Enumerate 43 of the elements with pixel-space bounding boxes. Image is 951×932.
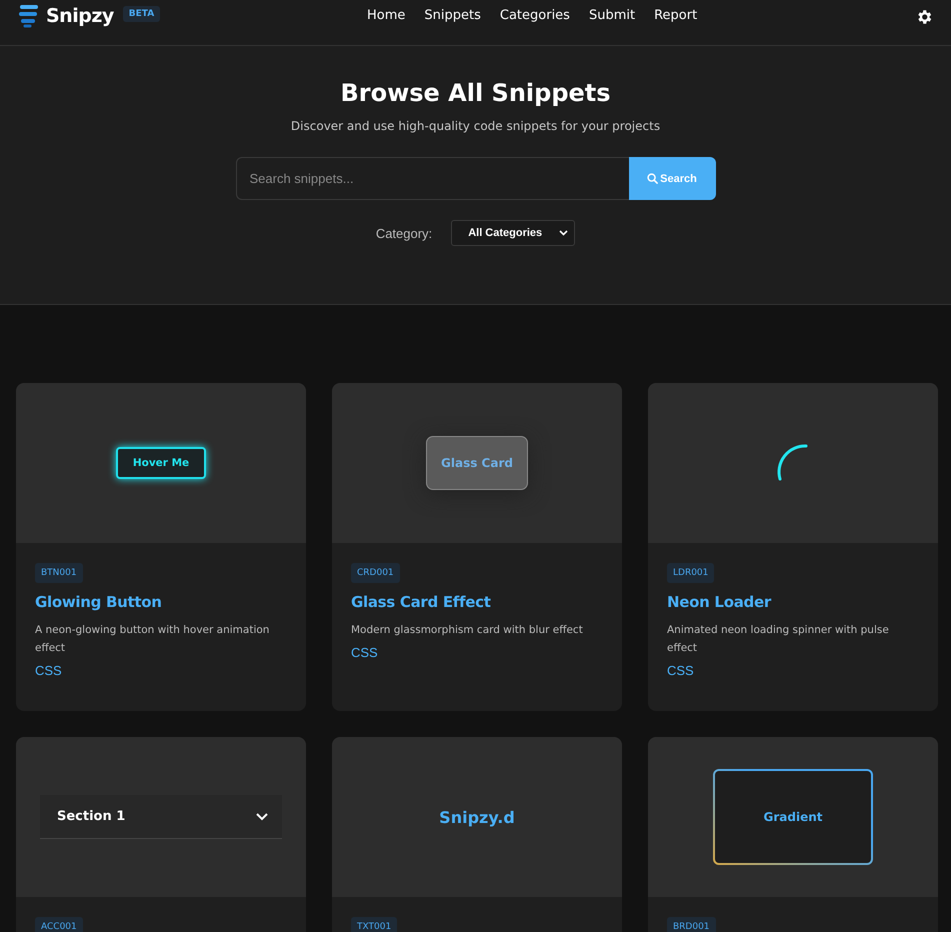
- glass-card: Glass Card: [426, 436, 528, 490]
- spinner-icon: [776, 443, 810, 483]
- nav-link[interactable]: Report: [654, 8, 698, 23]
- nav-link[interactable]: Snippets: [424, 8, 481, 23]
- category-select[interactable]: All Categories: [451, 220, 576, 246]
- nav-link[interactable]: Home: [367, 8, 406, 23]
- snippet-description: A neon-glowing button with hover animation effect: [35, 623, 270, 656]
- language-label: CSS: [351, 645, 378, 660]
- preview-text: Snipzy.d: [439, 808, 515, 826]
- snippet-description: Animated neon loading spinner with pulse effect: [667, 623, 890, 656]
- snippet-description: Modern glassmorphism card with blur effect: [351, 623, 583, 638]
- snippet-code: LDR001: [667, 563, 714, 583]
- logo-icon: [18, 4, 40, 28]
- snippet-code: ACC001: [35, 917, 83, 932]
- snippet-card[interactable]: LDR001 Neon Loader Animated neon loading spinner with pulse effect CSS: [648, 383, 938, 711]
- snippet-title[interactable]: Glass Card Effect: [351, 593, 491, 611]
- snippet-card[interactable]: Glass Card CRD001 Glass Card Effect Modern glassmorphism card with blur effect CSS: [332, 383, 622, 711]
- snippet-card[interactable]: Hover Me BTN001 Glowing Button A neon-glowing button with hover animation effect CSS: [16, 383, 306, 711]
- page-subtitle: Discover and use high-quality code snippets for your projects: [290, 119, 660, 133]
- beta-badge: BETA: [122, 6, 160, 22]
- snippet-code: TXT001: [351, 917, 398, 932]
- chevron-down-icon: [559, 230, 568, 236]
- snippet-title[interactable]: Glowing Button: [35, 593, 162, 611]
- gradient-border-box: Gradient: [713, 769, 873, 865]
- language-label: CSS: [35, 663, 62, 678]
- category-label: Category:: [376, 226, 432, 240]
- snippet-card[interactable]: Snipzy.d TXT001: [332, 737, 622, 932]
- chevron-down-icon: [256, 812, 268, 820]
- page-title: Browse All Snippets: [340, 79, 611, 107]
- brand-name[interactable]: Snipzy: [46, 5, 114, 27]
- search-icon: [647, 173, 658, 184]
- snippet-code: BRD001: [667, 917, 716, 932]
- accordion-header[interactable]: Section 1: [40, 795, 282, 839]
- snippet-card[interactable]: Section 1 ACC001: [16, 737, 306, 932]
- language-label: CSS: [667, 663, 694, 678]
- snippet-card[interactable]: Gradient BRD001: [648, 737, 938, 932]
- nav-link[interactable]: Submit: [588, 8, 636, 23]
- snippet-code: BTN001: [35, 563, 83, 583]
- snippet-code: CRD001: [351, 563, 400, 583]
- nav-link[interactable]: Categories: [500, 8, 570, 23]
- search-field[interactable]: Search snippets...: [236, 157, 628, 200]
- snippet-title[interactable]: Neon Loader: [667, 593, 771, 611]
- glow-button[interactable]: Hover Me: [116, 447, 206, 479]
